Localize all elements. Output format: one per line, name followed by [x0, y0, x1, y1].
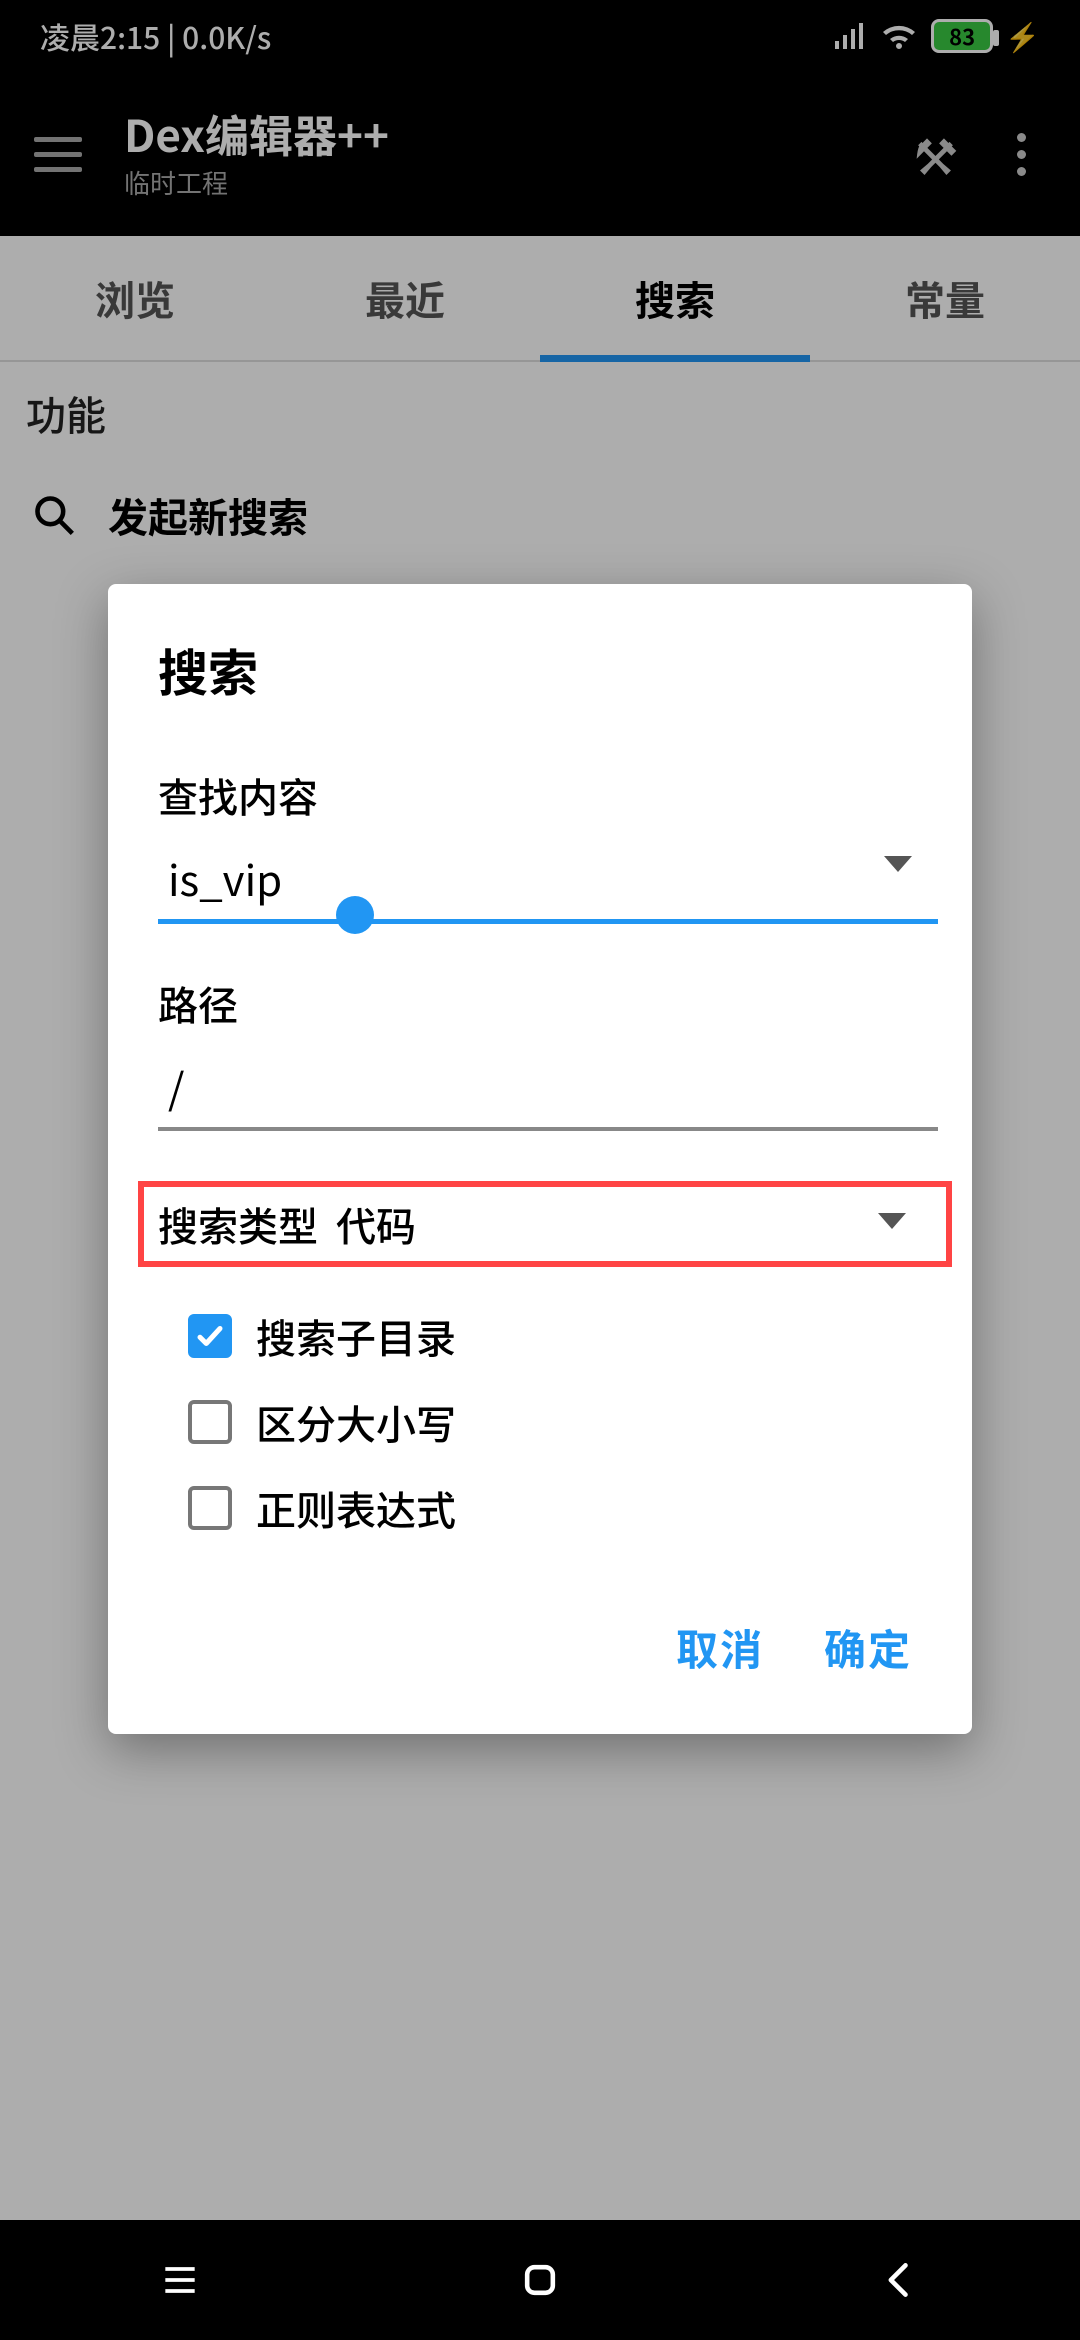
path-input[interactable] [158, 1050, 938, 1131]
checkbox-empty-icon [188, 1486, 232, 1530]
search-type-row[interactable]: 搜索类型 代码 [138, 1181, 952, 1267]
system-nav-bar [0, 2220, 1080, 2340]
check-regex-label: 正则表达式 [256, 1479, 456, 1537]
cancel-button[interactable]: 取消 [676, 1617, 764, 1678]
type-dropdown-icon[interactable] [878, 1213, 906, 1229]
checkbox-checked-icon [188, 1314, 232, 1358]
check-case-label: 区分大小写 [256, 1393, 456, 1451]
find-input[interactable] [158, 842, 938, 924]
nav-back-icon[interactable] [878, 2258, 922, 2302]
path-label: 路径 [158, 974, 932, 1032]
check-case[interactable]: 区分大小写 [188, 1393, 932, 1451]
search-type-value: 代码 [336, 1195, 416, 1253]
check-subdirs-label: 搜索子目录 [256, 1307, 456, 1365]
check-regex[interactable]: 正则表达式 [188, 1479, 932, 1537]
search-type-label: 搜索类型 [158, 1195, 318, 1253]
nav-recent-icon[interactable] [158, 2258, 202, 2302]
check-subdirs[interactable]: 搜索子目录 [188, 1307, 932, 1365]
nav-home-icon[interactable] [518, 2258, 562, 2302]
find-label: 查找内容 [158, 766, 932, 824]
dialog-title: 搜索 [158, 634, 932, 706]
find-history-dropdown-icon[interactable] [884, 856, 912, 872]
text-cursor-handle-icon[interactable] [336, 896, 374, 934]
checkbox-empty-icon [188, 1400, 232, 1444]
search-dialog: 搜索 查找内容 路径 搜索类型 代码 搜索子目录 区分大小写 正则表达式 取消 [108, 584, 972, 1734]
ok-button[interactable]: 确定 [824, 1617, 912, 1678]
